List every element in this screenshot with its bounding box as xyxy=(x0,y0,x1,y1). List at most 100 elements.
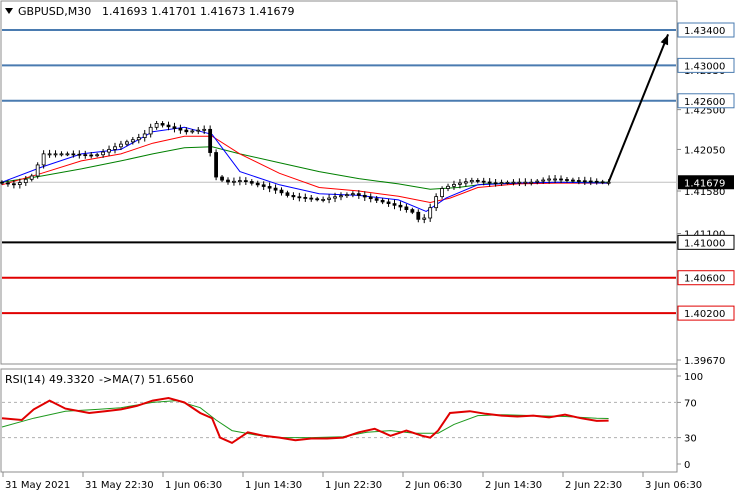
candle-bearish xyxy=(83,154,88,157)
candle-bullish xyxy=(428,207,433,219)
candle-bullish xyxy=(142,133,147,138)
level-tag-label: 1.43000 xyxy=(684,61,725,72)
candle-bullish xyxy=(440,188,444,198)
candle-bullish xyxy=(65,153,70,156)
candle-bullish xyxy=(350,193,355,196)
candle-bearish xyxy=(77,153,82,156)
candle-bullish xyxy=(47,153,52,156)
candle-bullish xyxy=(547,178,552,181)
candle-bullish xyxy=(107,149,111,153)
candle-bearish xyxy=(261,184,266,187)
candle-bearish xyxy=(368,196,373,200)
level-tag-label: 1.40600 xyxy=(684,274,725,285)
candle-bullish xyxy=(333,196,337,199)
candle-bearish xyxy=(160,123,165,126)
candle-bullish xyxy=(237,180,242,183)
candle-bearish xyxy=(291,195,296,198)
candle-bullish xyxy=(499,182,504,185)
candle-bullish xyxy=(130,139,135,143)
candle-bearish xyxy=(600,181,605,184)
price-tick-label: 1.39670 xyxy=(684,356,725,367)
candle-bearish xyxy=(392,203,397,206)
candle-bullish xyxy=(321,199,326,201)
candle-bearish xyxy=(404,206,409,210)
candle-bullish xyxy=(29,175,34,180)
candle-bullish xyxy=(101,151,105,156)
candle-bullish xyxy=(446,185,450,189)
candle-bearish xyxy=(356,193,361,196)
candle-bearish xyxy=(386,201,391,205)
rsi-ma-label: ->MA(7) 51.6560 xyxy=(99,373,194,386)
candle-bearish xyxy=(362,194,367,198)
candle-bearish xyxy=(582,180,587,183)
candle-bullish xyxy=(124,141,129,145)
rsi-tick-label: 0 xyxy=(684,460,690,471)
time-tick-label: 2 Jun 06:30 xyxy=(405,480,462,491)
candle-bullish xyxy=(95,154,100,157)
chart-root: 1.434001.429501.425001.420501.415801.411… xyxy=(0,0,735,491)
time-tick-label: 2 Jun 22:30 xyxy=(565,480,622,491)
candle-bearish xyxy=(571,179,575,182)
time-tick-label: 31 May 2021 xyxy=(5,480,70,491)
candle-bearish xyxy=(249,181,254,184)
candle-bullish xyxy=(136,137,141,141)
candle-bullish xyxy=(232,180,236,183)
candle-bullish xyxy=(434,196,439,209)
time-axis-ticks: 31 May 2021 31 May 22:30 1 Jun 06:30 1 Jun … xyxy=(2,472,702,491)
candle-bearish xyxy=(220,176,224,181)
candle-bullish xyxy=(17,182,22,185)
candle-bullish xyxy=(202,128,207,131)
candle-bearish xyxy=(398,204,403,208)
candle-bullish xyxy=(541,179,546,182)
level-tag-label: 1.40200 xyxy=(684,309,725,320)
candle-bearish xyxy=(11,183,16,186)
candle-bearish xyxy=(588,180,593,183)
candle-bearish xyxy=(255,182,260,186)
time-tick-label: 1 Jun 06:30 xyxy=(165,480,222,491)
candle-bearish xyxy=(184,129,189,133)
candle-bearish xyxy=(273,187,278,191)
candle-bullish xyxy=(53,153,58,156)
candle-bearish xyxy=(380,199,385,203)
rsi-tick-label: 100 xyxy=(684,372,703,383)
candle-bearish xyxy=(565,179,569,181)
price-tick-label: 1.42050 xyxy=(684,145,725,156)
candle-bearish xyxy=(243,180,248,183)
candle-bullish xyxy=(35,164,40,177)
rsi-axis-ticks: 100 70 30 0 xyxy=(677,372,703,471)
candle-bullish xyxy=(23,178,28,184)
candle-bearish xyxy=(410,209,415,213)
candle-bearish xyxy=(315,198,320,201)
candle-bullish xyxy=(339,195,343,198)
time-tick-label: 2 Jun 14:30 xyxy=(485,480,542,491)
candle-bearish xyxy=(214,152,218,178)
candle-bullish xyxy=(511,181,516,184)
candle-bearish xyxy=(594,180,599,183)
candle-bullish xyxy=(523,181,528,184)
candle-bullish xyxy=(345,194,349,197)
rsi-header: RSI(14) 49.3320 ->MA(7) 51.6560 xyxy=(5,373,194,386)
rsi-label: RSI(14) 49.3320 xyxy=(5,373,94,386)
candle-bearish xyxy=(475,180,480,182)
candle-bearish xyxy=(297,196,302,199)
time-tick-label: 31 May 22:30 xyxy=(85,480,154,491)
candle-bullish xyxy=(154,123,159,128)
candle-bullish xyxy=(535,180,540,183)
candle-bearish xyxy=(89,154,94,157)
candle-bullish xyxy=(190,130,195,133)
candle-bearish xyxy=(279,189,284,194)
candle-bearish xyxy=(576,180,581,182)
candle-bearish xyxy=(226,179,230,183)
time-tick-label: 1 Jun 22:30 xyxy=(325,480,382,491)
candle-bearish xyxy=(208,128,213,153)
candle-bullish xyxy=(327,197,331,200)
current-price-label: 1.41679 xyxy=(684,178,725,189)
rsi-tick-label: 70 xyxy=(684,398,697,409)
candle-bullish xyxy=(517,181,522,184)
ohlc-label: 1.41693 1.41701 1.41673 1.41679 xyxy=(102,5,294,18)
candle-bearish xyxy=(487,181,492,184)
time-tick-label: 3 Jun 06:30 xyxy=(645,480,702,491)
candle-bullish xyxy=(59,153,64,156)
level-tag-label: 1.43400 xyxy=(684,26,725,37)
candle-bearish xyxy=(285,192,290,196)
